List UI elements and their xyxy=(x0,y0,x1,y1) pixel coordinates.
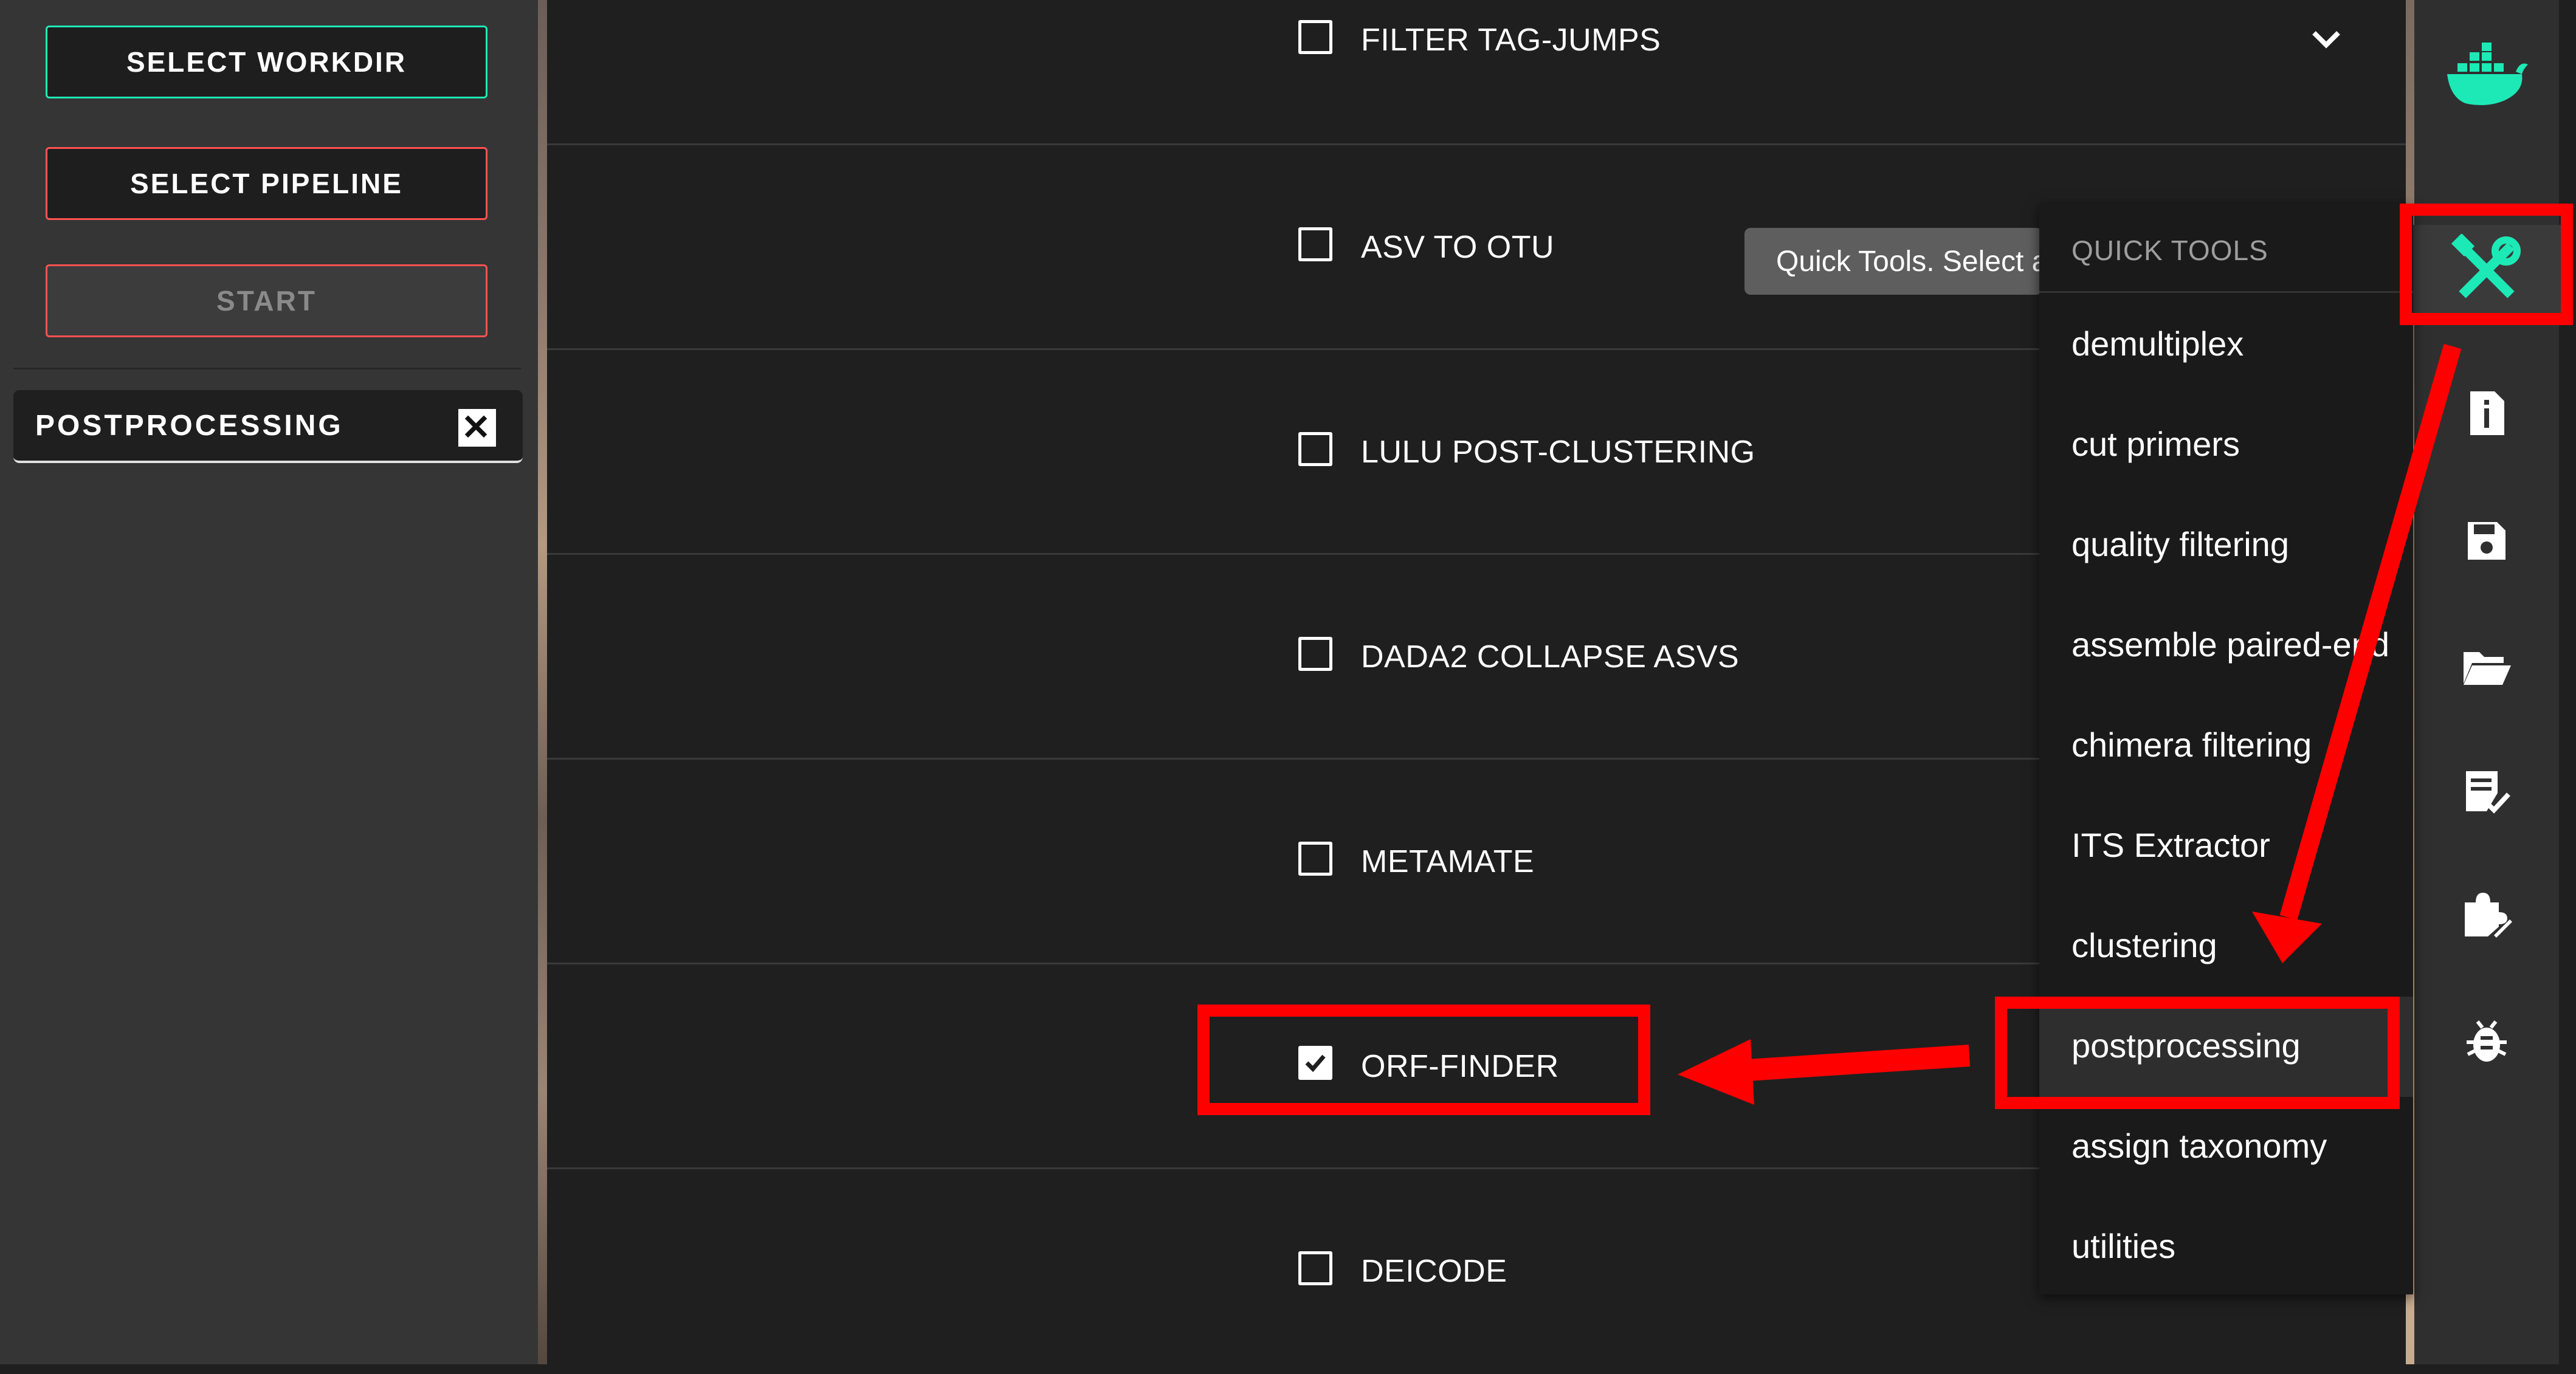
annotation-box-postprocessing xyxy=(1995,997,2400,1109)
chevron-down-icon[interactable] xyxy=(2308,27,2344,51)
divider xyxy=(13,368,521,369)
checklist-icon[interactable] xyxy=(2414,769,2559,817)
select-workdir-button[interactable]: SELECT WORKDIR xyxy=(46,26,487,98)
step-label: ASV TO OTU xyxy=(1361,230,1555,265)
divider xyxy=(2039,291,2413,293)
annotation-box-quick-tools xyxy=(2400,204,2573,325)
docker-icon[interactable] xyxy=(2414,43,2559,109)
left-panel: SELECT WORKDIR SELECT PIPELINE START POS… xyxy=(0,0,538,1364)
step-checkbox[interactable] xyxy=(1298,1251,1332,1285)
step-checkbox[interactable] xyxy=(1298,227,1332,261)
select-pipeline-button[interactable]: SELECT PIPELINE xyxy=(46,147,487,220)
step-label: DEICODE xyxy=(1361,1254,1507,1289)
step-label: METAMATE xyxy=(1361,844,1535,879)
menu-item-chimera-filtering[interactable]: chimera filtering xyxy=(2071,725,2312,764)
step-label: FILTER TAG-JUMPS xyxy=(1361,22,1661,58)
menu-item-cut-primers[interactable]: cut primers xyxy=(2071,424,2240,464)
menu-item-quality-filtering[interactable]: quality filtering xyxy=(2071,524,2289,564)
menu-item-clustering[interactable]: clustering xyxy=(2071,926,2217,965)
menu-item-demultiplex[interactable]: demultiplex xyxy=(2071,324,2244,363)
step-label: LULU POST-CLUSTERING xyxy=(1361,435,1755,470)
menu-header: QUICK TOOLS xyxy=(2071,235,2268,266)
start-button[interactable]: START xyxy=(46,264,487,337)
menu-item-assemble-paired-end[interactable]: assemble paired-end xyxy=(2071,625,2389,664)
save-icon[interactable] xyxy=(2414,520,2559,562)
menu-item-utilities[interactable]: utilities xyxy=(2071,1226,2175,1266)
bug-icon[interactable] xyxy=(2414,1018,2559,1064)
annotation-box-orf-finder xyxy=(1197,1005,1650,1115)
step-checkbox[interactable] xyxy=(1298,842,1332,876)
menu-item-its-extractor[interactable]: ITS Extractor xyxy=(2071,825,2270,865)
step-checkbox[interactable] xyxy=(1298,637,1332,671)
info-doc-icon[interactable] xyxy=(2414,389,2559,438)
step-checkbox[interactable] xyxy=(1298,20,1332,54)
close-icon[interactable]: ✕ xyxy=(458,409,496,447)
quick-tools-tooltip: Quick Tools. Select a xyxy=(1744,228,2042,295)
puzzle-edit-icon[interactable] xyxy=(2414,890,2559,939)
step-label: DADA2 COLLAPSE ASVS xyxy=(1361,639,1740,675)
folder-open-icon[interactable] xyxy=(2414,647,2559,686)
step-checkbox[interactable] xyxy=(1298,432,1332,466)
quick-tools-menu: QUICK TOOLS demultiplex cut primers qual… xyxy=(2039,204,2413,1294)
menu-item-assign-taxonomy[interactable]: assign taxonomy xyxy=(2071,1126,2327,1166)
active-step-chip[interactable]: POSTPROCESSING ✕ xyxy=(13,390,523,463)
background-stripe xyxy=(538,0,547,1364)
active-step-label: POSTPROCESSING xyxy=(35,409,343,442)
step-row: FILTER TAG-JUMPS xyxy=(547,0,2407,145)
